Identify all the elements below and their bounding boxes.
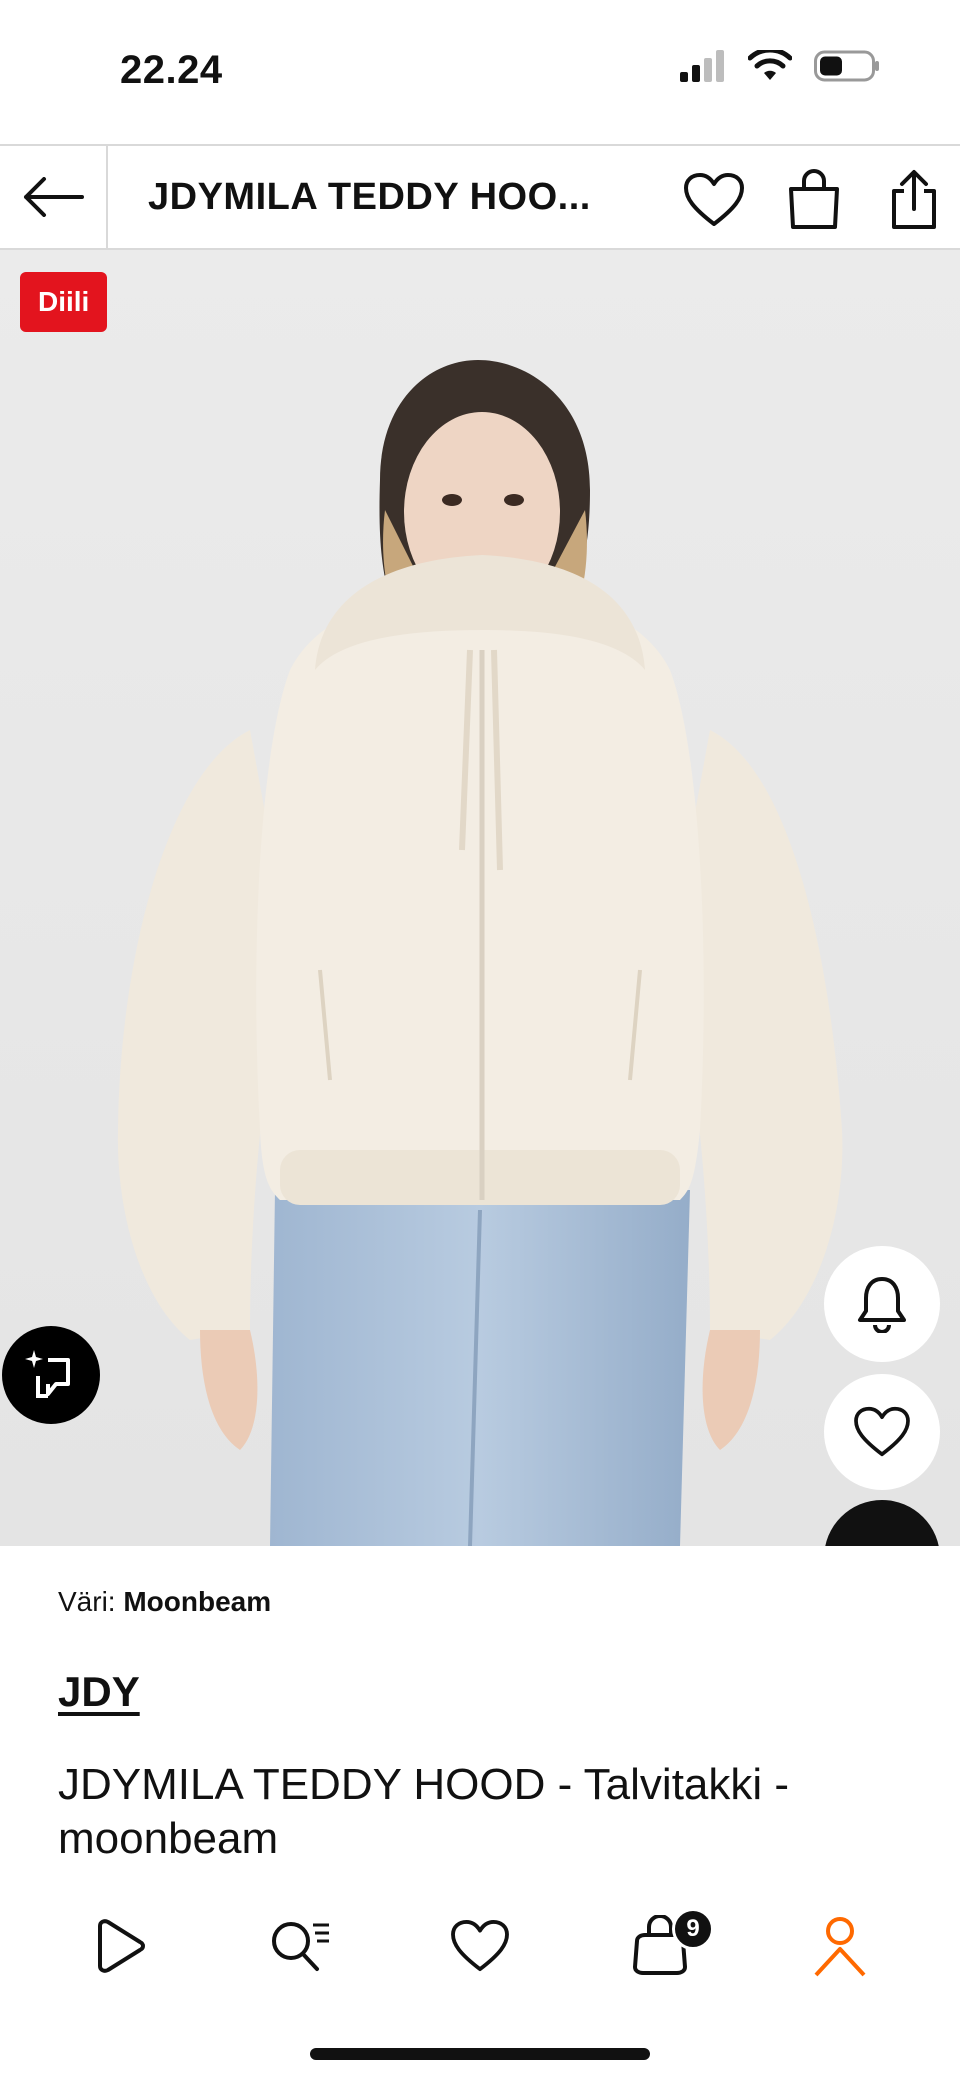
bag-button[interactable]	[782, 168, 846, 232]
bell-icon	[858, 1277, 906, 1333]
bottom-navigation: 9	[0, 1896, 960, 1996]
shopping-bag-icon	[789, 169, 839, 229]
nav-home[interactable]	[80, 1906, 160, 1986]
product-title: JDYMILA TEDDY HOOD - Talvitakki - moonbe…	[58, 1760, 790, 1863]
profile-icon	[814, 1917, 866, 1977]
ai-search-button[interactable]	[2, 1326, 100, 1424]
status-icons	[680, 50, 880, 82]
color-label: Väri:	[58, 1586, 116, 1617]
ai-search-icon	[25, 1350, 70, 1398]
wifi-icon	[748, 50, 792, 80]
status-time: 22.24	[120, 48, 223, 92]
status-bar: 22.24	[0, 0, 960, 144]
play-icon	[98, 1919, 145, 1973]
nav-profile[interactable]	[800, 1906, 880, 1986]
color-info: Väri: Moonbeam	[58, 1586, 271, 1618]
nav-wishlist[interactable]	[440, 1906, 520, 1986]
wishlist-button[interactable]	[682, 168, 746, 232]
color-value: Moonbeam	[123, 1586, 272, 1617]
home-indicator[interactable]	[310, 2048, 650, 2060]
nav-cart[interactable]: 9	[620, 1906, 714, 1986]
notify-button[interactable]	[824, 1246, 940, 1362]
brand-link[interactable]: JDY	[58, 1668, 140, 1716]
header-title: JDYMILA TEDDY HOO...	[148, 176, 591, 218]
product-photo	[0, 250, 960, 1546]
nav-search[interactable]	[260, 1906, 340, 1986]
product-image[interactable]	[0, 250, 960, 1546]
cart-count-badge: 9	[672, 1908, 714, 1950]
save-to-wishlist-button[interactable]	[824, 1374, 940, 1490]
heart-icon	[684, 173, 744, 226]
deal-badge: Diili	[20, 272, 108, 332]
share-icon	[892, 170, 936, 229]
back-button[interactable]	[0, 146, 108, 248]
heart-icon	[451, 1919, 509, 1972]
header-actions	[682, 168, 946, 232]
share-button[interactable]	[882, 168, 946, 232]
signal-icon	[680, 50, 724, 82]
back-arrow-icon	[24, 177, 84, 217]
battery-icon	[814, 50, 879, 82]
search-icon	[272, 1922, 329, 1971]
product-header: JDYMILA TEDDY HOO...	[0, 144, 960, 250]
product-details: Väri: Moonbeam JDY JDYMILA TEDDY HOOD - …	[0, 1546, 960, 1906]
heart-icon	[854, 1406, 910, 1457]
